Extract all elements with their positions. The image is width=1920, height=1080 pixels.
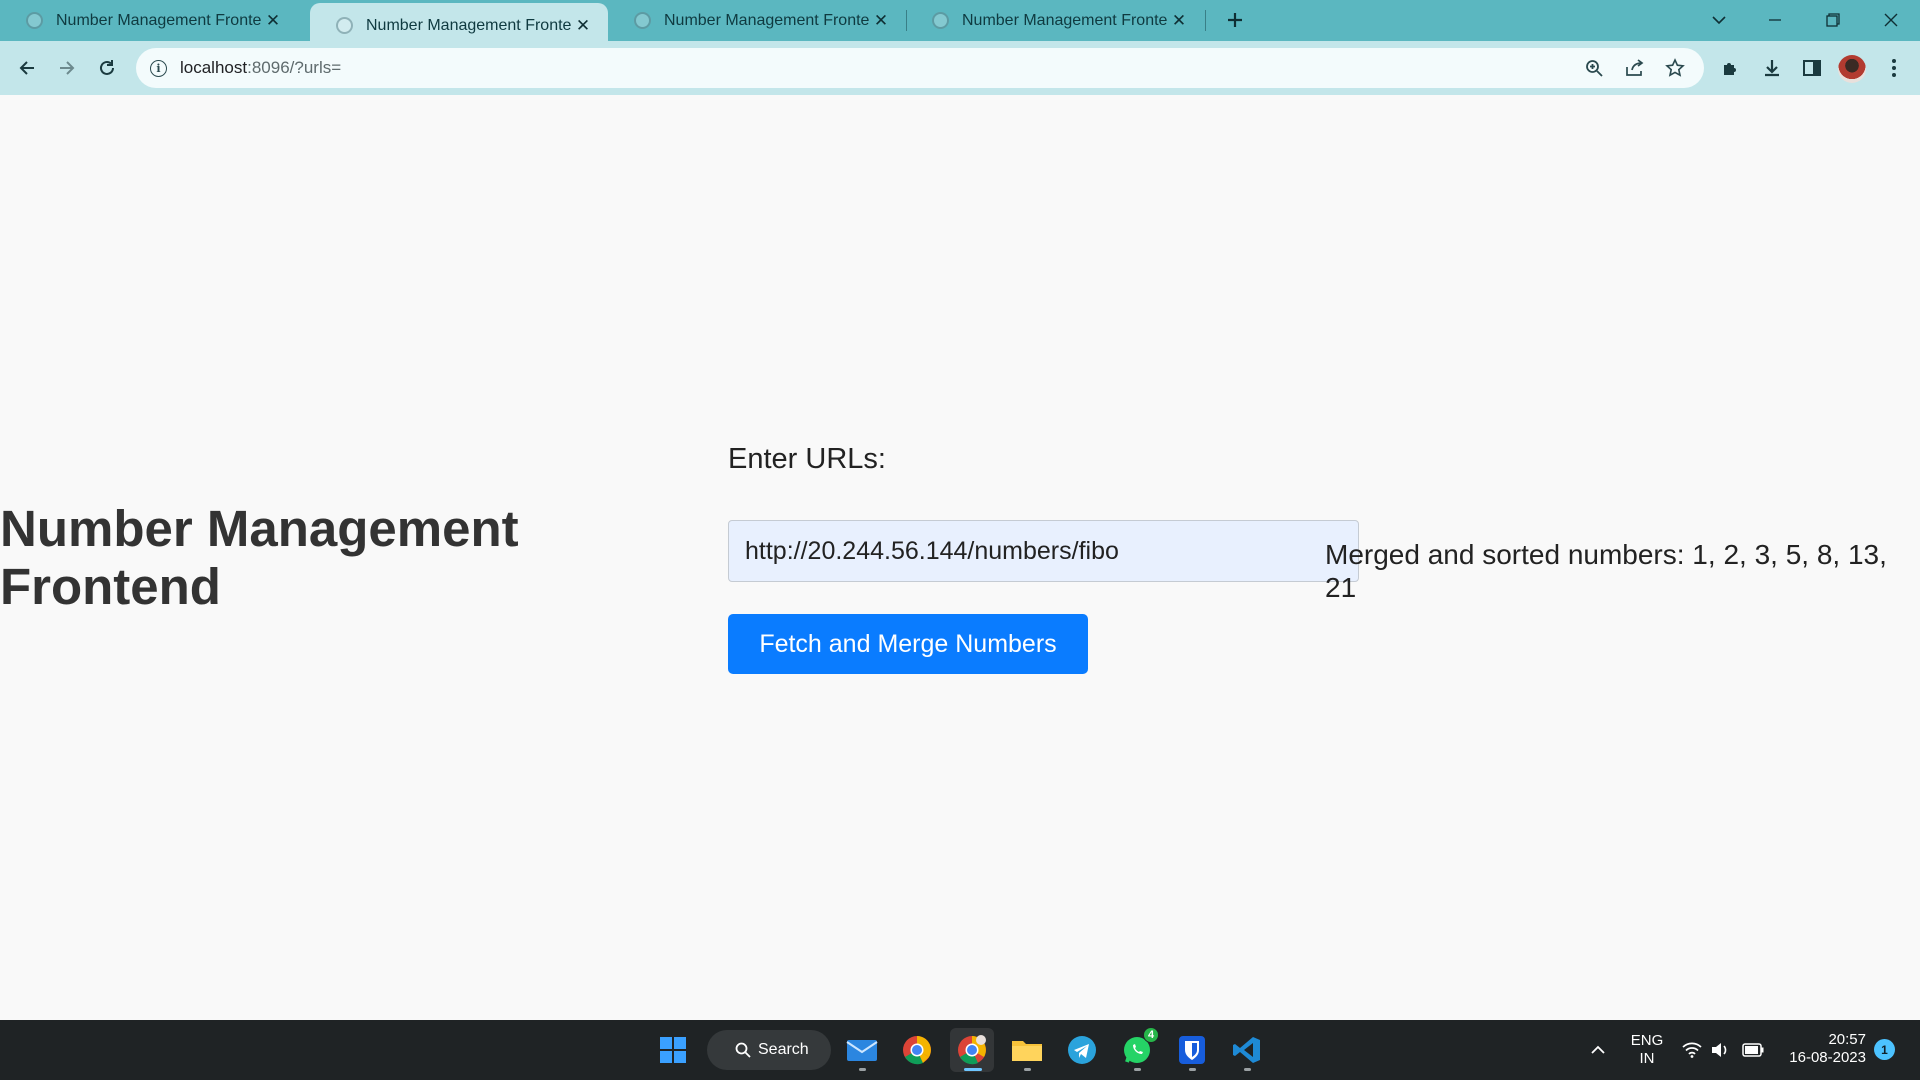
running-indicator <box>964 1068 982 1071</box>
globe-icon <box>932 12 949 29</box>
battery-icon[interactable] <box>1742 1040 1764 1060</box>
taskbar: Search 4 ENG IN 20:57 16-08-2023 1 <box>0 1020 1920 1080</box>
download-icon[interactable] <box>1758 54 1786 82</box>
result-text: Merged and sorted numbers: 1, 2, 3, 5, 8… <box>1325 539 1887 603</box>
tab-4[interactable]: Number Management Frontend ✕ <box>906 0 1204 41</box>
search-label: Search <box>758 1041 809 1058</box>
mail-icon[interactable] <box>840 1028 884 1072</box>
page-content: Number Management Frontend Enter URLs: F… <box>0 95 1920 1020</box>
url-path: :8096/?urls= <box>247 58 342 77</box>
tab-title: Number Management Frontend <box>366 16 572 34</box>
kebab-menu-icon[interactable] <box>1880 54 1908 82</box>
tab-title: Number Management Frontend <box>56 11 262 29</box>
close-icon[interactable]: ✕ <box>262 11 284 31</box>
tab-title: Number Management Frontend <box>962 11 1168 29</box>
bookmark-star-icon[interactable] <box>1663 56 1687 80</box>
share-icon[interactable] <box>1623 56 1647 80</box>
address-bar[interactable]: i localhost:8096/?urls= <box>136 48 1704 88</box>
close-icon <box>1884 13 1898 27</box>
page-title: Number Management Frontend <box>0 500 519 615</box>
clock[interactable]: 20:57 16-08-2023 <box>1770 1031 1866 1067</box>
reload-icon <box>100 60 114 75</box>
running-indicator <box>1189 1068 1196 1071</box>
globe-icon <box>26 12 43 29</box>
tab-1[interactable]: Number Management Frontend ✕ <box>0 0 298 41</box>
minimize-icon <box>1769 19 1781 21</box>
chevron-up-icon[interactable] <box>1587 1040 1609 1060</box>
taskbar-search[interactable]: Search <box>707 1030 831 1070</box>
running-indicator <box>1024 1068 1031 1071</box>
running-indicator <box>859 1068 866 1071</box>
close-icon[interactable]: ✕ <box>572 16 594 36</box>
wifi-icon[interactable] <box>1681 1040 1703 1060</box>
restore-icon <box>1826 13 1840 27</box>
windows-start-icon[interactable] <box>651 1028 695 1072</box>
language-indicator[interactable]: ENG IN <box>1624 1032 1670 1068</box>
running-indicator <box>1244 1068 1251 1071</box>
url-text[interactable]: localhost:8096/?urls= <box>180 58 341 78</box>
tab-search-button[interactable] <box>1696 0 1742 40</box>
search-icon <box>735 1042 751 1058</box>
avatar[interactable] <box>1838 55 1866 83</box>
side-panel-icon[interactable] <box>1798 54 1826 82</box>
arrow-right-icon <box>60 61 75 75</box>
whatsapp-icon[interactable]: 4 <box>1115 1027 1159 1072</box>
tab-separator <box>1205 10 1206 31</box>
url-input[interactable] <box>728 520 1359 582</box>
fetch-and-merge-button[interactable]: Fetch and Merge Numbers <box>728 614 1088 674</box>
notification-count-badge[interactable]: 1 <box>1874 1039 1895 1060</box>
clock-date: 16-08-2023 <box>1789 1049 1866 1066</box>
tab-title: Number Management Frontend <box>664 11 870 29</box>
tab-3[interactable]: Number Management Frontend ✕ <box>608 0 906 41</box>
chevron-down-icon <box>1712 16 1726 25</box>
browser-toolbar: i localhost:8096/?urls= <box>0 41 1920 95</box>
zoom-icon[interactable] <box>1582 56 1606 80</box>
clock-time: 20:57 <box>1828 1031 1866 1048</box>
reload-button[interactable] <box>91 52 123 84</box>
globe-icon <box>634 12 651 29</box>
chrome-icon[interactable] <box>895 1028 939 1072</box>
plus-icon <box>1228 13 1242 27</box>
new-tab-button[interactable] <box>1220 6 1250 36</box>
url-host: localhost <box>180 58 248 77</box>
tab-strip: Number Management Frontend ✕ Number Mana… <box>0 0 1920 48</box>
file-explorer-icon[interactable] <box>1005 1028 1049 1072</box>
volume-icon[interactable] <box>1709 1040 1731 1060</box>
telegram-icon[interactable] <box>1060 1028 1104 1072</box>
restore-button[interactable] <box>1810 0 1856 40</box>
chrome-profile-icon[interactable] <box>950 1028 994 1072</box>
back-button[interactable] <box>11 52 43 84</box>
close-icon[interactable]: ✕ <box>870 11 892 31</box>
forward-button[interactable] <box>51 52 83 84</box>
bitwarden-icon[interactable] <box>1170 1028 1214 1072</box>
notification-badge: 4 <box>1143 1027 1159 1043</box>
language-line-1: ENG <box>1630 1032 1664 1049</box>
arrow-left-icon <box>19 61 34 75</box>
info-icon[interactable]: i <box>150 59 167 77</box>
minimize-button[interactable] <box>1752 0 1798 40</box>
language-line-2: IN <box>1639 1050 1655 1067</box>
extensions-icon[interactable] <box>1717 54 1745 82</box>
close-window-button[interactable] <box>1868 0 1914 40</box>
close-icon[interactable]: ✕ <box>1168 11 1190 31</box>
url-input-label: Enter URLs: <box>728 443 886 475</box>
running-indicator <box>1134 1068 1141 1071</box>
globe-icon <box>336 17 353 34</box>
vscode-icon[interactable] <box>1225 1028 1269 1072</box>
